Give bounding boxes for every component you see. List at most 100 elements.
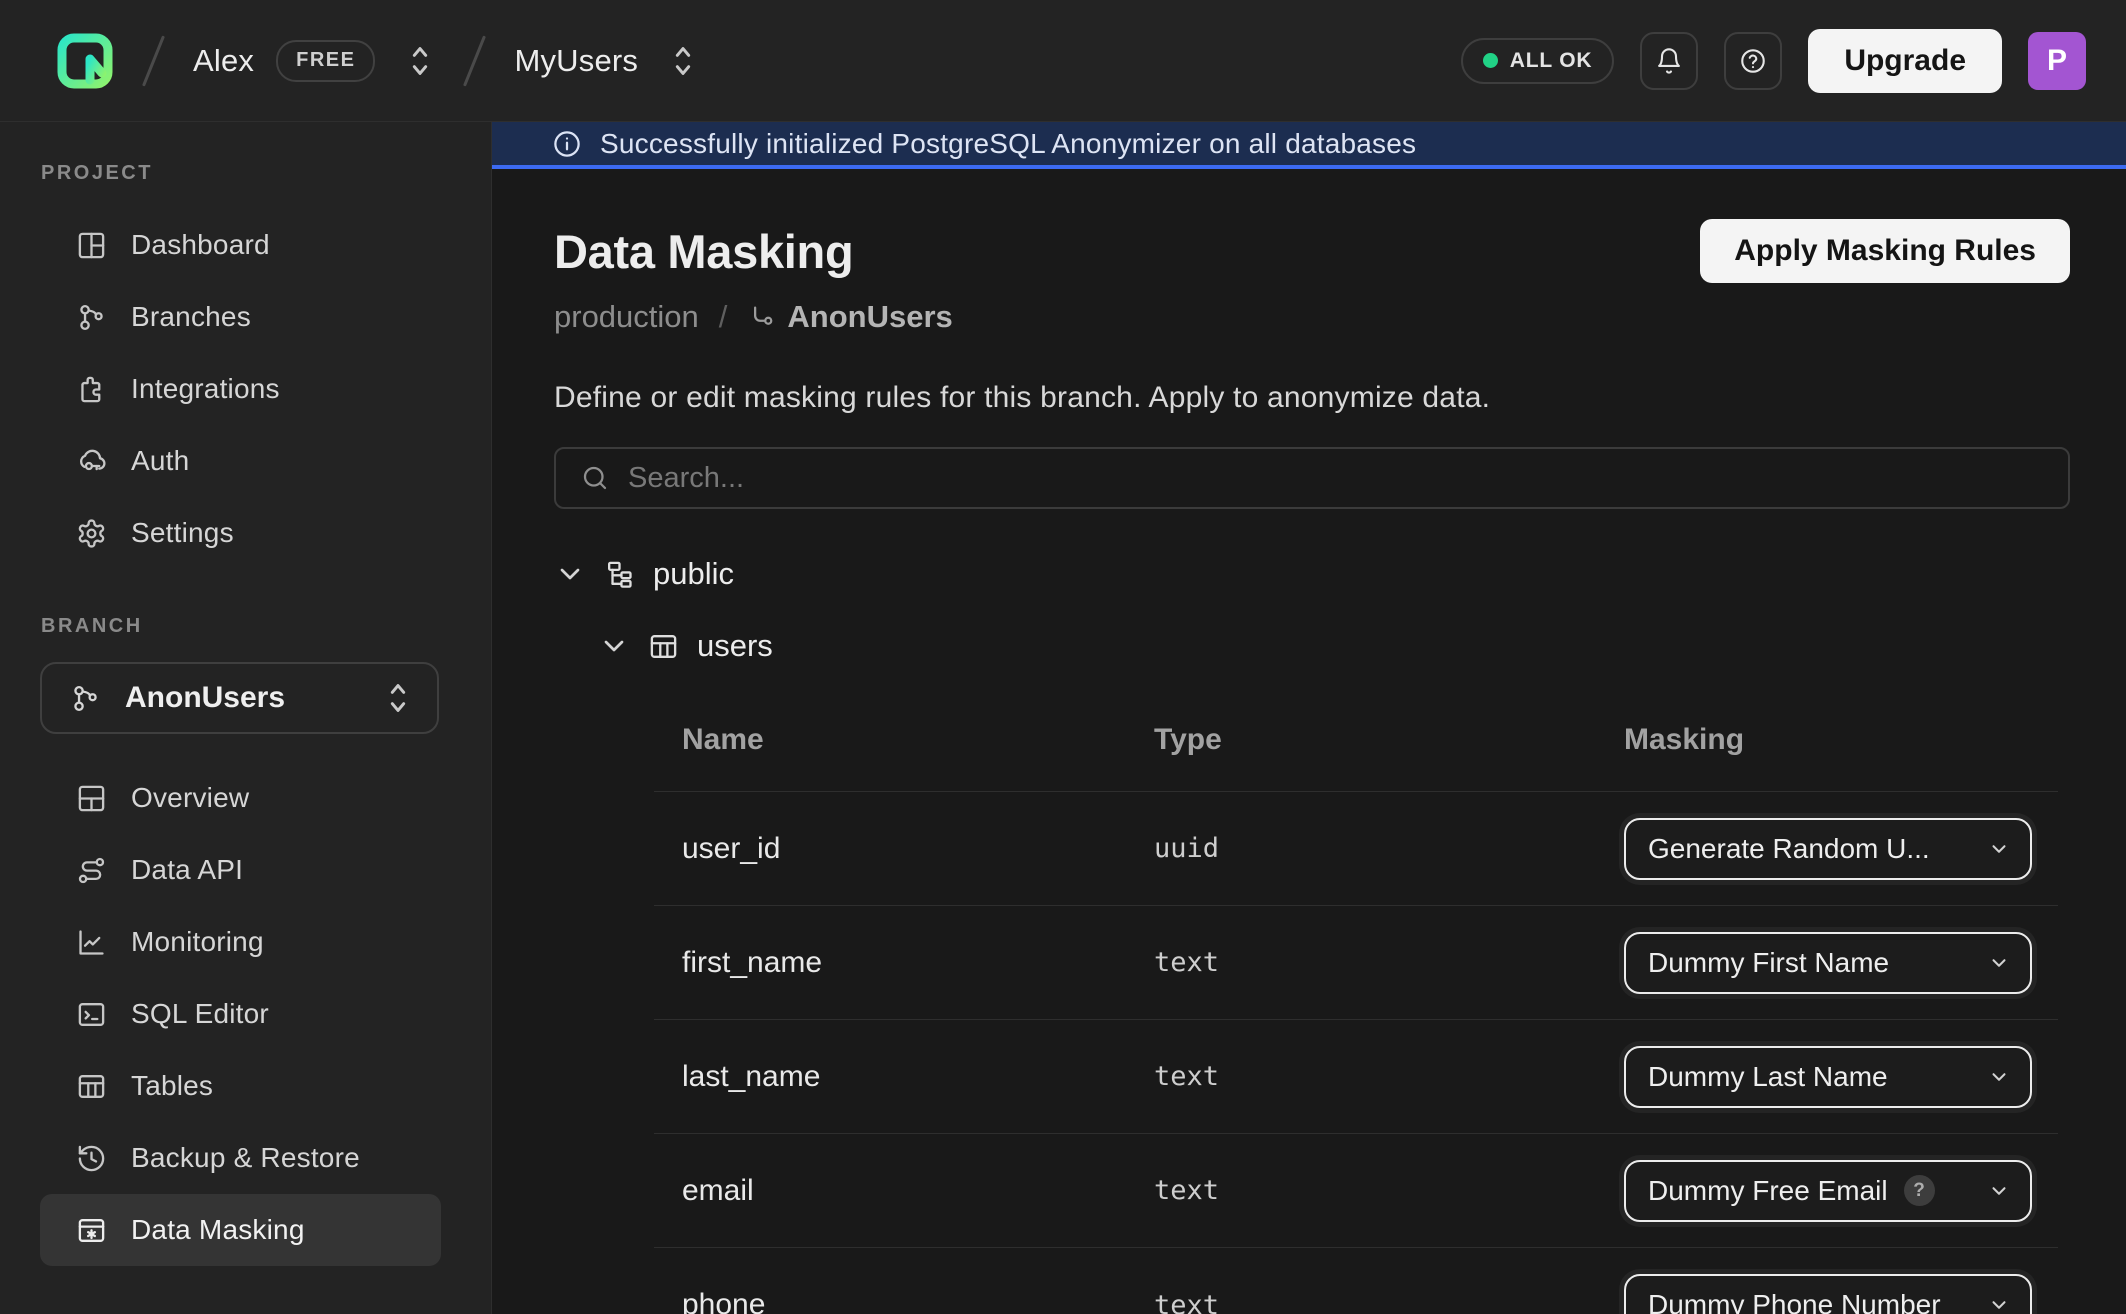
breadcrumb-separator xyxy=(142,35,165,86)
column-header-masking: Masking xyxy=(1624,723,2058,757)
help-badge[interactable]: ? xyxy=(1904,1175,1935,1206)
sidebar-item-monitoring[interactable]: Monitoring xyxy=(40,906,441,978)
masking-rule-select[interactable]: Dummy First Name xyxy=(1624,932,2032,994)
project-switcher[interactable]: MyUsers xyxy=(514,43,698,79)
status-pill[interactable]: ALL OK xyxy=(1461,38,1615,84)
sidebar-item-tables[interactable]: Tables xyxy=(40,1050,441,1122)
table-icon xyxy=(76,1071,107,1102)
org-name: Alex xyxy=(193,43,254,79)
sidebar-item-dashboard[interactable]: Dashboard xyxy=(40,209,441,281)
sidebar-item-overview[interactable]: Overview xyxy=(40,762,441,834)
page-title: Data Masking xyxy=(554,224,853,279)
table-header-row: Name Type Masking xyxy=(654,697,2058,792)
info-icon xyxy=(552,129,582,159)
masking-rule-select[interactable]: Generate Random U... xyxy=(1624,818,2032,880)
top-bar-breadcrumbs: Alex FREE MyUsers xyxy=(56,32,698,90)
mask-window-icon xyxy=(76,1215,107,1246)
search-icon xyxy=(580,463,610,493)
route-icon xyxy=(76,855,107,886)
table-row: user_id uuid Generate Random U... xyxy=(654,792,2058,906)
column-header-name: Name xyxy=(682,723,1154,757)
git-branch-icon xyxy=(70,683,101,714)
table-name: users xyxy=(697,628,773,664)
notifications-button[interactable] xyxy=(1640,32,1698,90)
project-name: MyUsers xyxy=(514,43,638,79)
schema-tree: public users xyxy=(554,551,2070,669)
page-body: PROJECT Dashboard Branches Integrations … xyxy=(0,122,2126,1314)
app-root: Alex FREE MyUsers ALL OK Upgrade P xyxy=(0,0,2126,1314)
banner-message: Successfully initialized PostgreSQL Anon… xyxy=(600,128,1416,160)
chevron-down-icon xyxy=(1988,1066,2010,1088)
branch-selector-value: AnonUsers xyxy=(125,681,351,715)
status-label: ALL OK xyxy=(1510,49,1593,73)
apply-masking-rules-button[interactable]: Apply Masking Rules xyxy=(1700,219,2070,283)
schema-icon xyxy=(604,559,635,590)
sidebar: PROJECT Dashboard Branches Integrations … xyxy=(0,122,492,1314)
upgrade-button[interactable]: Upgrade xyxy=(1808,29,2002,93)
table-row: phone text Dummy Phone Number xyxy=(654,1248,2058,1314)
masking-rule-select[interactable]: Dummy Phone Number xyxy=(1624,1274,2032,1314)
chart-line-icon xyxy=(76,927,107,958)
chevron-down-icon xyxy=(1988,1294,2010,1314)
search-box xyxy=(554,447,2070,509)
table-icon xyxy=(648,631,679,662)
columns-table: Name Type Masking user_id uuid Generate … xyxy=(654,697,2058,1314)
sidebar-item-integrations[interactable]: Integrations xyxy=(40,353,441,425)
help-button[interactable] xyxy=(1724,32,1782,90)
chevron-updown-icon xyxy=(405,44,435,78)
chevron-updown-icon xyxy=(383,681,413,715)
history-icon xyxy=(76,1143,107,1174)
puzzle-icon xyxy=(76,374,107,405)
help-icon xyxy=(1739,47,1767,75)
sidebar-item-backup-restore[interactable]: Backup & Restore xyxy=(40,1122,441,1194)
main-area: Successfully initialized PostgreSQL Anon… xyxy=(492,122,2126,1314)
top-bar-actions: ALL OK Upgrade P xyxy=(1461,29,2086,93)
sidebar-item-settings[interactable]: Settings xyxy=(40,497,441,569)
chevron-down-icon xyxy=(598,630,630,662)
breadcrumb-current[interactable]: AnonUsers xyxy=(787,299,952,335)
dashboard-icon xyxy=(76,230,107,261)
branch-selector[interactable]: AnonUsers xyxy=(40,662,439,734)
masking-rule-select[interactable]: Dummy Free Email ? xyxy=(1624,1160,2032,1222)
sidebar-item-sql-editor[interactable]: SQL Editor xyxy=(40,978,441,1050)
page-content: Data Masking Apply Masking Rules product… xyxy=(492,169,2126,1314)
terminal-icon xyxy=(76,999,107,1030)
sidebar-section-project: PROJECT xyxy=(41,162,491,185)
child-branch-icon xyxy=(747,302,777,332)
git-branch-icon xyxy=(76,302,107,333)
sidebar-section-branch: BRANCH xyxy=(41,615,491,638)
tree-node-schema[interactable]: public xyxy=(554,551,2070,597)
neon-logo[interactable] xyxy=(56,32,114,90)
schema-name: public xyxy=(653,556,734,592)
chevron-down-icon xyxy=(1988,838,2010,860)
chevron-updown-icon xyxy=(668,44,698,78)
masking-rule-select[interactable]: Dummy Last Name xyxy=(1624,1046,2032,1108)
top-bar: Alex FREE MyUsers ALL OK Upgrade P xyxy=(0,0,2126,122)
table-row: first_name text Dummy First Name xyxy=(654,906,2058,1020)
tree-node-table[interactable]: users xyxy=(598,623,2070,669)
sidebar-item-data-api[interactable]: Data API xyxy=(40,834,441,906)
column-header-type: Type xyxy=(1154,723,1624,757)
status-ok-dot xyxy=(1483,53,1498,68)
breadcrumb-separator xyxy=(463,35,486,86)
breadcrumb-parent[interactable]: production xyxy=(554,299,699,335)
sidebar-item-data-masking[interactable]: Data Masking xyxy=(40,1194,441,1266)
table-row: email text Dummy Free Email ? xyxy=(654,1134,2058,1248)
bell-icon xyxy=(1655,47,1683,75)
org-plan-badge: FREE xyxy=(276,40,375,82)
branch-breadcrumb: production / AnonUsers xyxy=(554,299,2070,335)
layout-icon xyxy=(76,783,107,814)
table-row: last_name text Dummy Last Name xyxy=(654,1020,2058,1134)
sidebar-item-auth[interactable]: Auth xyxy=(40,425,441,497)
breadcrumb-separator: / xyxy=(719,299,728,335)
cloud-key-icon xyxy=(76,446,107,477)
search-input[interactable] xyxy=(628,462,2044,495)
chevron-down-icon xyxy=(554,558,586,590)
gear-icon xyxy=(76,518,107,549)
info-banner: Successfully initialized PostgreSQL Anon… xyxy=(492,122,2126,169)
org-switcher[interactable]: Alex FREE xyxy=(193,40,435,82)
page-description: Define or edit masking rules for this br… xyxy=(554,381,2070,415)
user-avatar[interactable]: P xyxy=(2028,32,2086,90)
chevron-down-icon xyxy=(1988,952,2010,974)
sidebar-item-branches[interactable]: Branches xyxy=(40,281,441,353)
